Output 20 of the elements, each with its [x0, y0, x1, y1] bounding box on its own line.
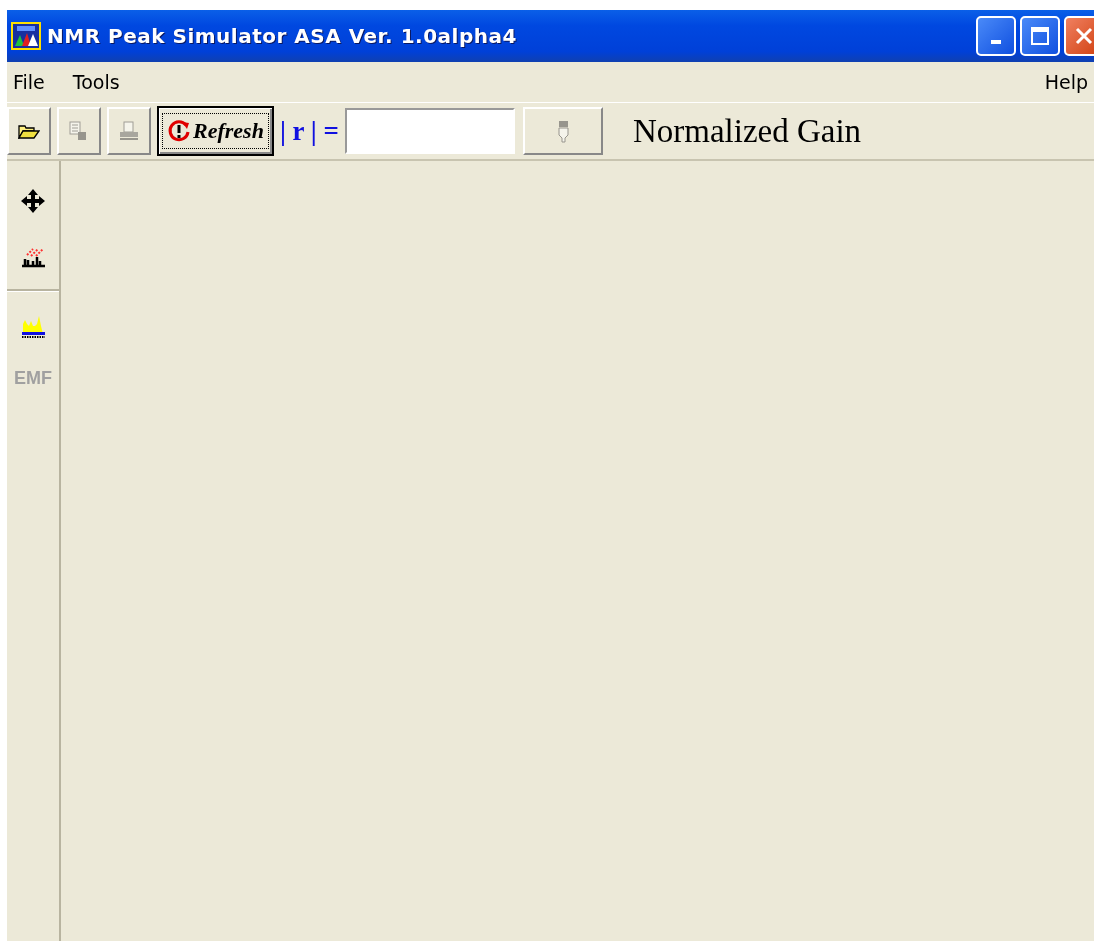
gain-label: Normalized Gain	[632, 112, 862, 150]
formula-label: | r | =	[279, 115, 339, 147]
input-field[interactable]	[344, 108, 515, 154]
minimize-button[interactable]	[976, 16, 1016, 56]
close-button[interactable]	[1064, 16, 1094, 56]
menu-item[interactable]: File	[13, 71, 45, 93]
menu-item[interactable]: Tools	[72, 71, 120, 93]
refresh-icon	[167, 119, 191, 143]
refresh-button[interactable]: Refresh	[157, 106, 274, 156]
close-icon	[1074, 26, 1094, 46]
maximize-button[interactable]	[1020, 16, 1060, 56]
window-title: NMR Peak Simulator ASA Ver. 1.0alpha4	[47, 24, 517, 48]
open-button[interactable]	[7, 107, 51, 155]
maximize-icon	[1030, 26, 1050, 46]
folder-icon	[18, 123, 40, 139]
printer-icon	[118, 120, 140, 142]
minimize-icon	[991, 40, 1001, 44]
menu-item[interactable]: Help	[1044, 71, 1088, 93]
move-arrows-icon	[20, 188, 46, 214]
mountain-chart-icon	[11, 22, 41, 50]
